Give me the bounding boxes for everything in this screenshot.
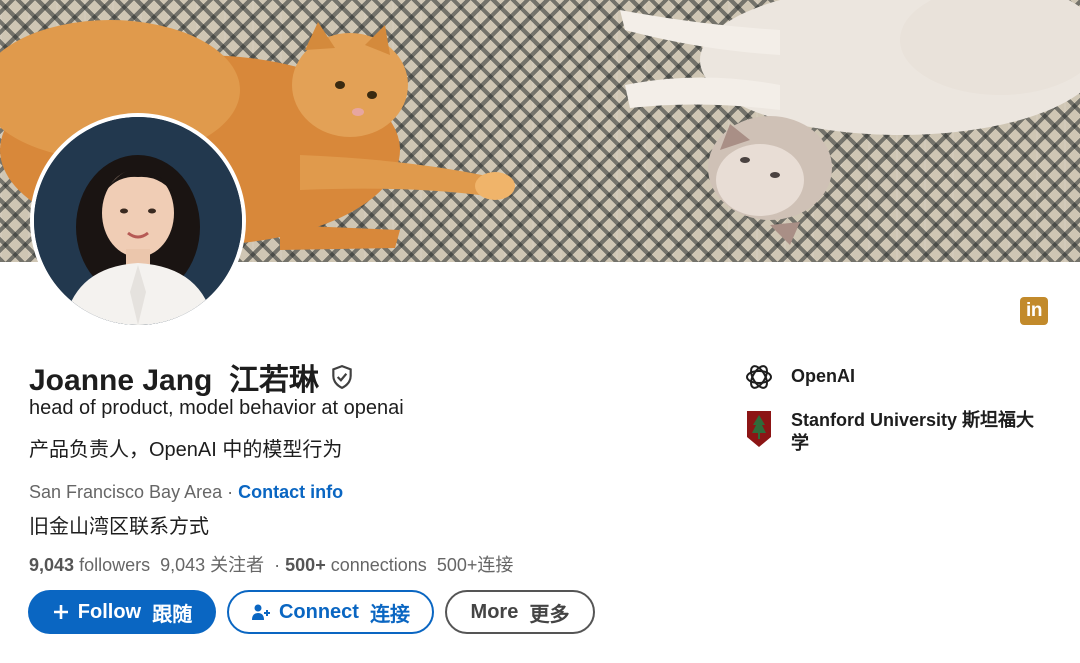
location-translation: 旧金山湾区联系方式 [29, 516, 209, 538]
org-name: OpenAI [791, 366, 856, 386]
followers-count: 9,043 [29, 555, 75, 575]
connections-count: 500+ [285, 555, 326, 575]
profile-headline-translation: 产品负责人，OpenAI 中的模型行为 [29, 439, 343, 461]
follow-button[interactable]: Follow 跟随 [28, 590, 216, 634]
white-cat-illustration [620, 0, 1080, 245]
org-name: Stanford University 斯坦福大学 [791, 410, 1035, 453]
linkedin-icon[interactable]: in [1020, 297, 1048, 325]
contact-info-link[interactable]: Contact info [238, 482, 343, 502]
network-stats: 9,043 followers 9,043 关注者 · 500+ connect… [29, 555, 514, 575]
more-button[interactable]: More 更多 [445, 590, 595, 634]
add-person-icon [251, 602, 271, 622]
location-text: San Francisco Bay Area [29, 482, 223, 502]
connections-translation: 500+连接 [436, 555, 514, 575]
name-row: Joanne Jang 江若琳 [29, 355, 355, 399]
profile-name: Joanne Jang 江若琳 [29, 364, 320, 397]
openai-logo-icon [746, 365, 772, 389]
plus-icon [52, 603, 70, 621]
profile-avatar[interactable] [30, 113, 246, 329]
verified-shield-icon[interactable] [329, 364, 355, 390]
profile-headline: head of product, model behavior at opena… [29, 397, 404, 419]
connections-label[interactable]: connections [331, 555, 427, 575]
location-separator: · [222, 482, 239, 502]
location-row: San Francisco Bay Area · Contact info [29, 482, 343, 503]
org-stanford[interactable]: Stanford University 斯坦福大学 [744, 409, 1041, 455]
org-openai[interactable]: OpenAI [744, 362, 855, 392]
connect-button[interactable]: Connect 连接 [227, 590, 434, 634]
avatar-photo [34, 117, 242, 325]
stanford-logo-icon [747, 411, 771, 447]
followers-label[interactable]: followers [79, 555, 150, 575]
followers-translation: 9,043 关注者 [160, 555, 265, 575]
